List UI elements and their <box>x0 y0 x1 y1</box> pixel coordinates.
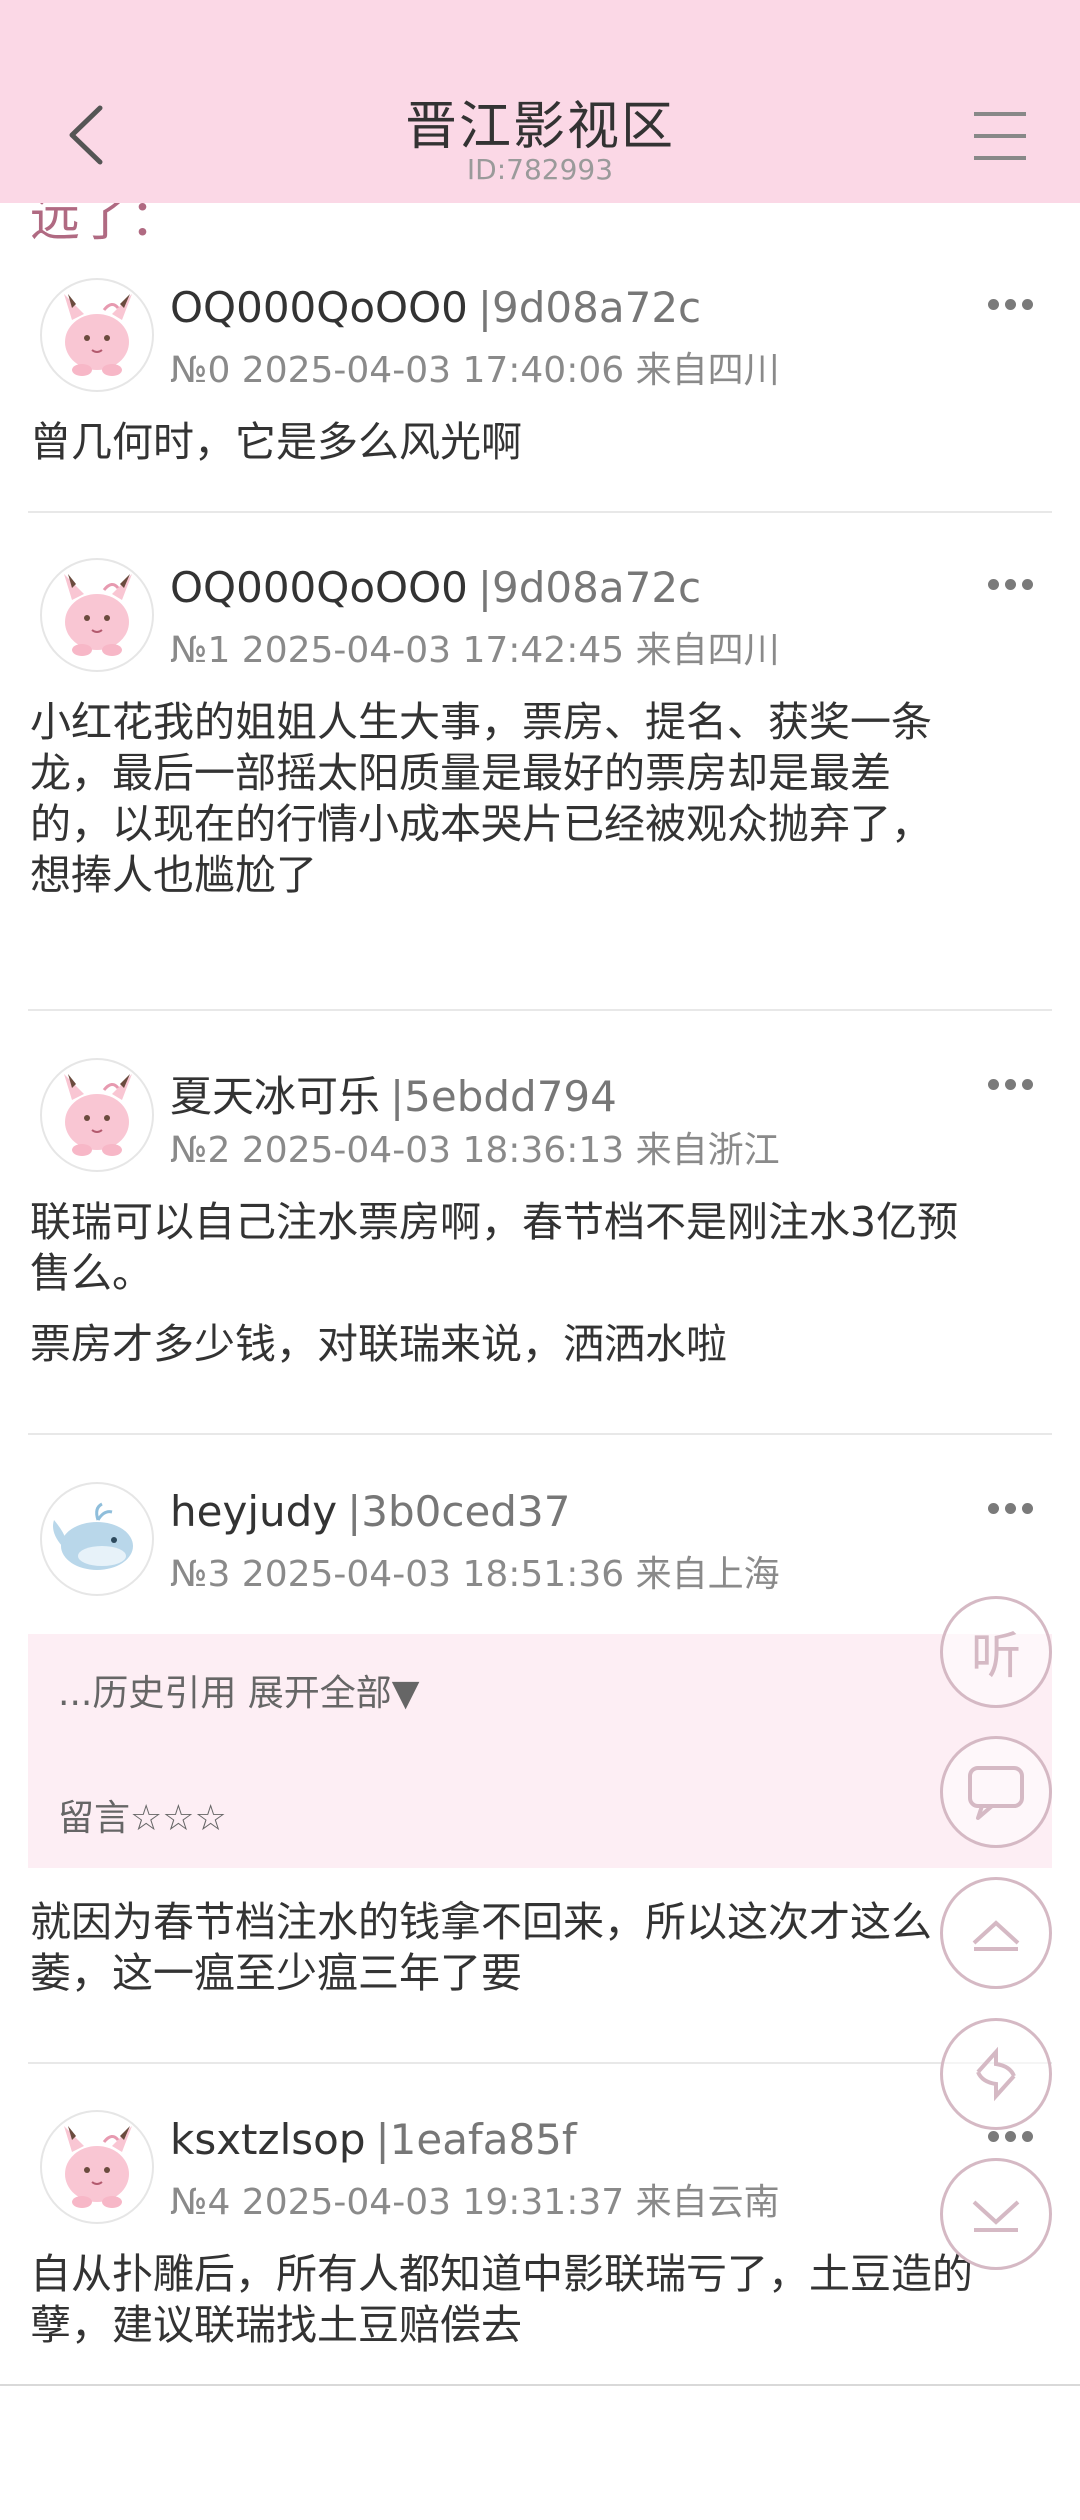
post-meta: №3 2025-04-03 18:51:36 来自上海 <box>170 1554 780 1595</box>
avatar[interactable] <box>40 1058 154 1172</box>
page-title: 晋江影视区 <box>404 97 675 157</box>
divider <box>28 2062 1052 2064</box>
more-dots-icon[interactable] <box>988 1499 1044 1523</box>
content-line: 就因为春节档注水的钱拿不回来，所以这次才这么 <box>30 1898 932 1946</box>
author-uid: |3b0ced37 <box>347 1487 571 1536</box>
author-line: 夏天冰可乐 |5ebdd794 <box>170 1063 617 1124</box>
content-line: 票房才多少钱，对联瑞来说，洒洒水啦 <box>30 1320 727 1368</box>
scroll-bottom-button[interactable] <box>940 2158 1052 2270</box>
clefairy-avatar <box>64 2126 132 2208</box>
post-content: 小红花我的姐姐人生大事，票房、提名、获奖一条 龙，最后一部摇太阳质量是最好的票房… <box>30 697 1050 901</box>
more-dots-icon[interactable] <box>988 2127 1044 2151</box>
refresh-button[interactable] <box>940 2018 1052 2130</box>
listen-button[interactable]: 听 <box>940 1596 1052 1708</box>
post-meta: №2 2025-04-03 18:36:13 来自浙江 <box>170 1130 780 1171</box>
clefairy-avatar <box>64 294 132 376</box>
post-content: 联瑞可以自己注水票房啊，春节档不是刚注水3亿预 售么。 票房才多少钱，对联瑞来说… <box>30 1197 1050 1370</box>
author-line: heyjudy |3b0ced37 <box>170 1487 570 1536</box>
content-line: 萎，这一瘟至少瘟三年了要 <box>30 1949 522 1997</box>
more-dots-icon[interactable] <box>988 1075 1044 1099</box>
listen-label: 听 <box>971 1627 1021 1685</box>
author-uid: |1eafa85f <box>375 2115 577 2164</box>
refresh-icon <box>976 2046 1016 2102</box>
content-line: 想捧人也尴尬了 <box>30 851 317 899</box>
post-content: 曾几何时，它是多么风光啊 <box>30 417 1050 468</box>
bottom-bar <box>0 2384 1080 2520</box>
author-uid: |9d08a72c <box>477 563 702 612</box>
author-uid: |9d08a72c <box>477 283 702 332</box>
author-name[interactable]: ksxtzlsop <box>170 2115 365 2164</box>
divider <box>28 1433 1052 1435</box>
content-line: 龙，最后一部摇太阳质量是最好的票房却是最差 <box>30 749 891 797</box>
comment-icon <box>968 1766 1024 1820</box>
quote-box: ...历史引用 展开全部▼ 留言☆☆☆ <box>28 1634 1052 1868</box>
content-line: 孽，建议联瑞找土豆赔偿去 <box>30 2301 522 2349</box>
author-line: OQ000QoOO0 |9d08a72c <box>170 283 701 332</box>
more-dots-icon[interactable] <box>988 575 1044 599</box>
divider <box>28 511 1052 513</box>
content-line: 的，以现在的行情小成本哭片已经被观众抛弃了， <box>30 800 932 848</box>
author-line: OQ000QoOO0 |9d08a72c <box>170 563 701 612</box>
author-name[interactable]: heyjudy <box>170 1487 337 1536</box>
author-line: ksxtzlsop |1eafa85f <box>170 2115 577 2164</box>
scroll-bottom-icon <box>972 2200 1020 2232</box>
avatar[interactable] <box>40 278 154 392</box>
scroll-top-icon <box>972 1920 1020 1951</box>
content-line: 曾几何时，它是多么风光啊 <box>30 418 522 466</box>
author-name[interactable]: 夏天冰可乐 <box>170 1072 380 1121</box>
top-header: 晋江影视区 ID:782993 <box>0 0 1080 203</box>
content-line: 售么。 <box>30 1249 153 1297</box>
author-name[interactable]: OQ000QoOO0 <box>170 563 468 612</box>
hamburger-menu-icon[interactable] <box>970 110 1030 162</box>
avatar[interactable] <box>40 558 154 672</box>
more-dots-icon[interactable] <box>988 295 1044 319</box>
clefairy-avatar <box>64 1074 132 1156</box>
author-name[interactable]: OQ000QoOO0 <box>170 283 468 332</box>
author-uid: |5ebdd794 <box>390 1072 617 1121</box>
avatar[interactable] <box>40 2110 154 2224</box>
clefairy-avatar <box>64 574 132 656</box>
comment-button[interactable] <box>940 1736 1052 1848</box>
divider <box>28 1009 1052 1011</box>
post-content: 自从扑雕后，所有人都知道中影联瑞亏了，土豆造的 孽，建议联瑞找土豆赔偿去 <box>30 2249 1050 2351</box>
scroll-top-button[interactable] <box>940 1877 1052 1989</box>
forum-id: ID:782993 <box>466 153 614 186</box>
post-meta: №0 2025-04-03 17:40:06 来自四川 <box>170 350 780 391</box>
content-line: 联瑞可以自己注水票房啊，春节档不是刚注水3亿预 <box>30 1198 959 1246</box>
avatar[interactable] <box>40 1482 154 1596</box>
expand-quote-link[interactable]: ...历史引用 展开全部▼ <box>58 1664 419 1716</box>
content-line: 小红花我的姐姐人生大事，票房、提名、获奖一条 <box>30 698 932 746</box>
post-meta: №4 2025-04-03 19:31:37 来自云南 <box>170 2182 780 2223</box>
post-content: 就因为春节档注水的钱拿不回来，所以这次才这么 萎，这一瘟至少瘟三年了要 <box>30 1897 1050 1999</box>
whale-avatar <box>53 1502 133 1570</box>
quote-text: 留言☆☆☆ <box>58 1798 227 1839</box>
post-meta: №1 2025-04-03 17:42:45 来自四川 <box>170 630 780 671</box>
content-line: 自从扑雕后，所有人都知道中影联瑞亏了，土豆造的 <box>30 2250 973 2298</box>
